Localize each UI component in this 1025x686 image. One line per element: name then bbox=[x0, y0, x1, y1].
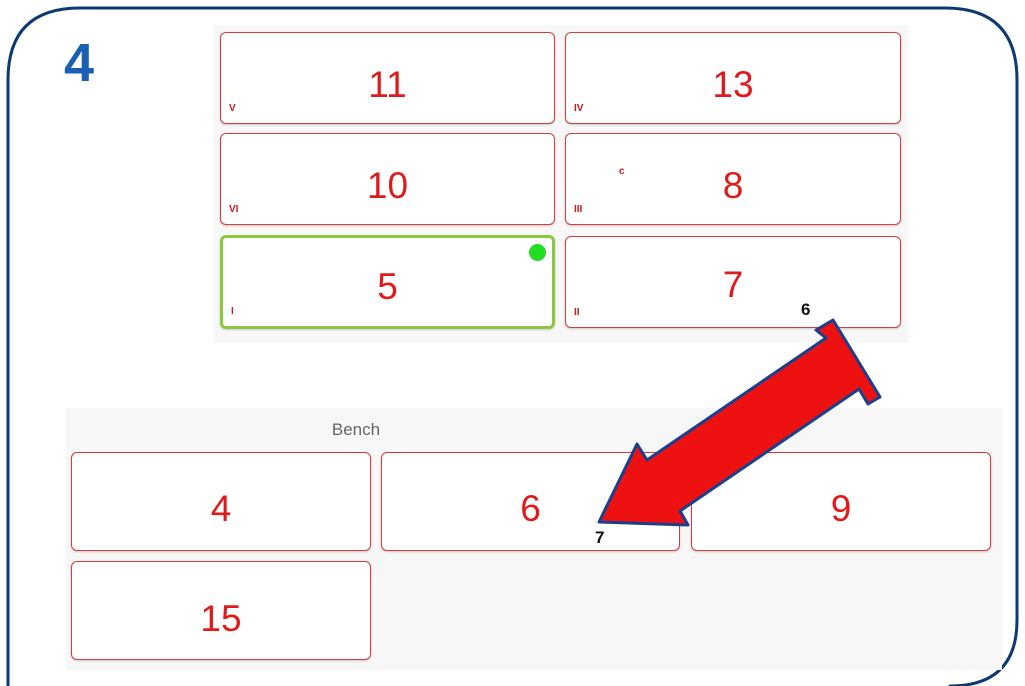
bench-panel: Bench 4 6 7 9 15 bbox=[66, 408, 1002, 670]
rotation-position: VI bbox=[229, 204, 239, 215]
rotation-position: IV bbox=[574, 103, 584, 114]
rotation-position: II bbox=[574, 307, 580, 318]
substitute-number: 6 bbox=[801, 300, 811, 319]
player-number: 11 bbox=[368, 64, 407, 105]
player-number: 6 bbox=[520, 488, 541, 529]
step-number: 4 bbox=[64, 33, 95, 93]
court-player-8[interactable]: c 8 III bbox=[565, 133, 901, 225]
bench-player-15[interactable]: 15 bbox=[71, 561, 371, 660]
rotation-position: III bbox=[574, 204, 583, 215]
player-number: 7 bbox=[722, 264, 744, 305]
bench-label: Bench bbox=[331, 420, 381, 439]
court-player-7[interactable]: 7 6 II bbox=[565, 236, 901, 328]
selected-indicator-dot bbox=[529, 244, 546, 261]
substitute-number: 7 bbox=[595, 528, 605, 547]
bench-player-9[interactable]: 9 bbox=[691, 452, 991, 551]
court-player-10[interactable]: 10 VI bbox=[220, 133, 555, 225]
court-player-13[interactable]: 13 IV bbox=[565, 32, 901, 124]
player-number: 5 bbox=[377, 266, 398, 307]
court-panel: 11 V 13 IV 10 VI c 8 III 5 I 7 6 II bbox=[214, 25, 908, 343]
player-number: 15 bbox=[200, 598, 242, 639]
court-player-11[interactable]: 11 V bbox=[220, 32, 555, 124]
player-number: 9 bbox=[830, 488, 852, 529]
bench-player-6[interactable]: 6 7 bbox=[381, 452, 680, 551]
court-player-5[interactable]: 5 I bbox=[220, 235, 555, 329]
player-number: 4 bbox=[210, 488, 232, 529]
rotation-position: V bbox=[229, 103, 236, 114]
rotation-position: I bbox=[231, 306, 234, 317]
player-number: 10 bbox=[366, 165, 409, 206]
player-number: 8 bbox=[722, 165, 744, 206]
bench-player-4[interactable]: 4 bbox=[71, 452, 371, 551]
player-number: 13 bbox=[712, 64, 754, 105]
